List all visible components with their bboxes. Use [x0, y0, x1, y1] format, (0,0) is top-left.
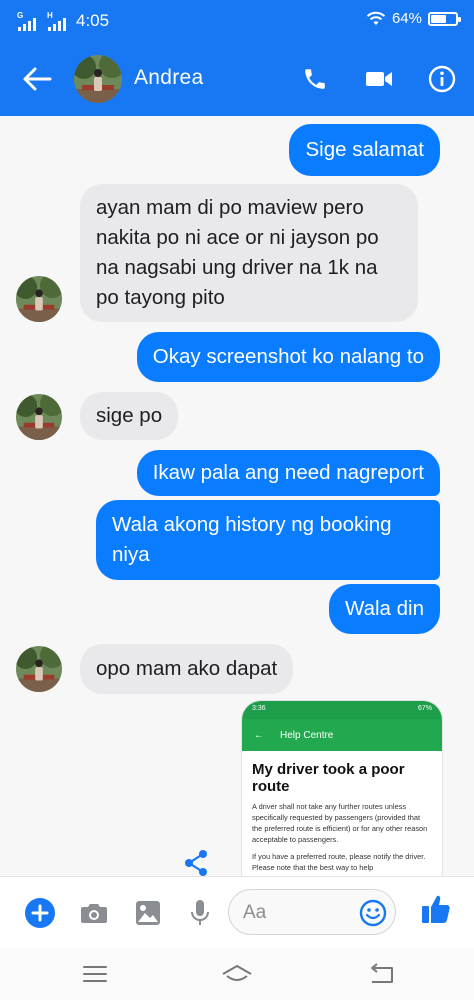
info-icon[interactable] [425, 62, 459, 96]
back-arrow-icon[interactable] [20, 64, 54, 94]
wifi-icon [366, 11, 386, 25]
message-outgoing[interactable]: Wala din [329, 584, 440, 634]
camera-icon[interactable] [78, 897, 110, 929]
menu-icon[interactable] [80, 962, 110, 986]
signal-icon: H [47, 11, 66, 31]
message-outgoing[interactable]: Ikaw pala ang need nagreport [136, 450, 440, 496]
message-incoming[interactable]: sige po [80, 392, 179, 440]
contact-avatar[interactable] [16, 394, 62, 440]
contact-name[interactable]: Andrea [134, 66, 204, 90]
screenshot-back-icon: ← [254, 729, 264, 741]
share-icon[interactable] [182, 848, 210, 876]
video-camera-icon[interactable] [362, 62, 396, 96]
plus-icon[interactable] [24, 897, 56, 929]
screenshot-status-bar: 3:36 67% [242, 701, 442, 719]
screenshot-app-bar: ← Help Centre [242, 719, 442, 751]
home-icon[interactable] [220, 962, 254, 986]
battery-percent: 64% [391, 10, 422, 27]
status-time: 4:05 [76, 11, 110, 30]
message-list[interactable]: Sige salamat ayan mam di po maview pero … [0, 116, 474, 876]
signal-icon: G [17, 11, 36, 31]
contact-avatar[interactable] [16, 646, 62, 692]
contact-avatar[interactable] [16, 276, 62, 322]
status-bar: G H 4:05 64% [0, 0, 474, 42]
battery-icon [428, 11, 461, 26]
message-outgoing[interactable]: Okay screenshot ko nalang to [136, 332, 440, 382]
thumbs-up-icon[interactable] [420, 893, 452, 925]
status-right: 64% [366, 10, 461, 27]
message-composer [0, 876, 474, 948]
emoji-icon[interactable] [359, 899, 387, 927]
gallery-icon[interactable] [132, 897, 164, 929]
phone-icon[interactable] [298, 62, 332, 96]
back-icon[interactable] [366, 962, 396, 986]
message-outgoing[interactable]: Wala akong history ng booking niya [96, 500, 440, 580]
contact-avatar[interactable] [74, 55, 122, 103]
screenshot-body: A driver shall not take any further rout… [252, 802, 428, 872]
image-message[interactable]: 3:36 67% ← Help Centre My driver took a … [241, 700, 443, 876]
conversation-header: Andrea [0, 42, 474, 116]
message-incoming[interactable]: opo mam ako dapat [80, 644, 294, 694]
screenshot-title: My driver took a poor route [252, 761, 405, 795]
microphone-icon[interactable] [184, 897, 216, 929]
system-navigation-bar [0, 948, 474, 1000]
message-input-box[interactable] [228, 889, 396, 935]
message-input[interactable] [243, 899, 353, 927]
message-incoming[interactable]: ayan mam di po maview pero nakita po ni … [80, 184, 418, 322]
status-left: G H 4:05 [17, 11, 110, 31]
message-outgoing[interactable]: Sige salamat [289, 124, 440, 176]
